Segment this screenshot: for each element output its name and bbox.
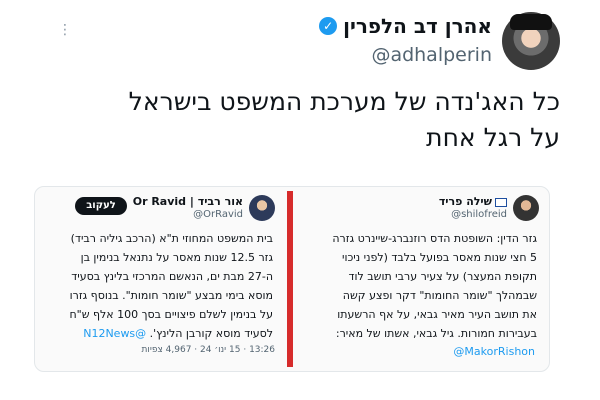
- avatar[interactable]: [502, 12, 560, 70]
- quoted-tweet-body: בית המשפט המחוזי ת"א (הרכב גיליה רביד) ג…: [45, 229, 273, 343]
- body-line: גזר 12.5 שנות מאסר על נתנאל בנימין בן: [80, 251, 273, 264]
- verified-badge-icon: ✓: [319, 17, 338, 35]
- body-line: תקופת המעצר) על צעיר ערבי תושב לוד: [348, 270, 537, 283]
- tweet-meta: 13:26 · 15 ינו׳ 24 · 4,967 צפיות: [141, 345, 275, 355]
- tweet-text: כל האג'נדה של מערכת המשפט בישראל על רגל …: [40, 84, 560, 156]
- body-line: 5 חצי שנות מאסר בפועל בלבד (לפני ניכוי: [342, 251, 537, 264]
- more-options-icon[interactable]: ⋮: [58, 23, 72, 37]
- hat-icon: [510, 14, 552, 30]
- quoted-author-name-row: שילה פריד: [439, 195, 507, 208]
- tweet-line: כל האג'נדה של מערכת המשפט בישראל: [128, 87, 560, 116]
- body-line: בית המשפט המחוזי ת"א (הרכב גיליה רביד): [70, 232, 273, 245]
- quoted-author-handle: @OrRavid: [193, 209, 243, 220]
- body-line: ה-27 מבת ים, הנאשם המרכזי בלינץ בסעיד: [71, 270, 273, 283]
- body-line: את תושב העיר מאיר גבאי, על אף הרשעתו: [337, 308, 537, 321]
- mention-link: @MakorRishon: [453, 345, 535, 358]
- quoted-author-name: שילה פריד: [438, 195, 492, 208]
- author-handle[interactable]: @adhalperin: [371, 44, 492, 66]
- quoted-tweet-right: שילה פריד @shilofreid גזר הדין: השופטת ה…: [297, 187, 545, 371]
- body-line: על בנימין לשלם פיצויים בסך 100 אלף ש"ח: [69, 308, 273, 321]
- divider: [287, 191, 293, 367]
- body-line: שבמהלך "שומר החומות" דקר ופצע קשה: [342, 289, 537, 302]
- flag-icon: [495, 197, 507, 207]
- avatar: [249, 195, 275, 221]
- body-line: מוסא בימי מבצע "שומר חומות". בנוסף גזרו: [69, 289, 273, 302]
- body-text: לסעיד מוסא קורבן הלינץ'.: [149, 327, 273, 340]
- author-name[interactable]: אהרן דב הלפרין: [343, 14, 492, 38]
- tweet-line: על רגל אחת: [426, 123, 560, 152]
- quoted-tweet-body: גזר הדין: השופטת הדס רוזנברג-שיינרט גזרה…: [309, 229, 537, 343]
- author-name-row: אהרן דב הלפרין ✓: [319, 14, 492, 38]
- avatar: [513, 195, 539, 221]
- follow-button: לעקוב: [75, 197, 127, 215]
- body-line: גזר הדין: השופטת הדס רוזנברג-שיינרט גזרה: [332, 232, 537, 245]
- embedded-image-card[interactable]: אור רביד | Or Ravid @OrRavid לעקוב בית ה…: [34, 186, 550, 372]
- body-line: בעבירות חמורות. גיל גבאי, אשתו של מאיר:: [335, 327, 537, 340]
- quoted-tweet-left: אור רביד | Or Ravid @OrRavid לעקוב בית ה…: [41, 187, 281, 371]
- body-line: לסעיד מוסא קורבן הלינץ'. @N12News: [45, 324, 273, 343]
- quoted-author-name: אור רביד | Or Ravid: [132, 195, 243, 208]
- mention-link: @N12News: [83, 327, 147, 340]
- quoted-author-handle: @shilofreid: [451, 209, 507, 220]
